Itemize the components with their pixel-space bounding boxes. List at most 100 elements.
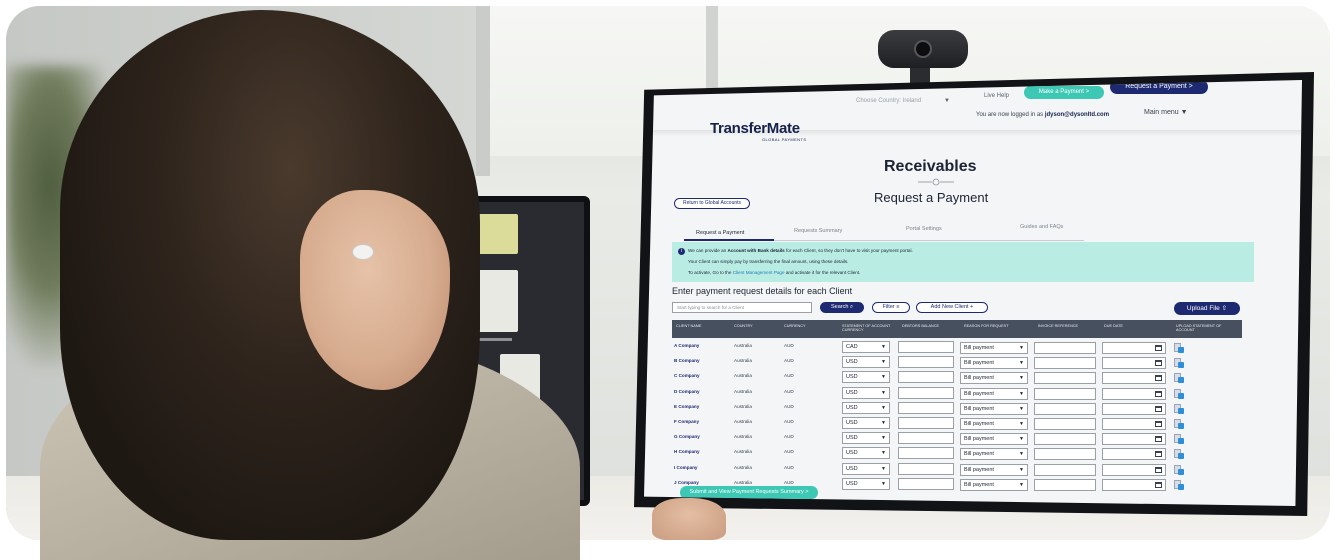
- statement-currency-select[interactable]: USD ▼: [842, 432, 890, 445]
- upload-statement-icon[interactable]: [1174, 479, 1184, 490]
- reason-select[interactable]: Bill payment ▼: [960, 357, 1028, 370]
- debtors-balance-input[interactable]: [898, 477, 954, 490]
- client-currency: AUD: [784, 464, 794, 470]
- upload-statement-icon[interactable]: [1174, 403, 1184, 414]
- statement-currency-select[interactable]: USD ▼: [842, 417, 890, 429]
- reason-select[interactable]: Bill payment ▼: [960, 463, 1028, 476]
- statement-currency-select[interactable]: USD ▼: [842, 477, 890, 490]
- debtors-balance-input[interactable]: [898, 417, 954, 429]
- statement-currency-select[interactable]: USD ▼: [842, 462, 890, 475]
- calendar-icon[interactable]: [1155, 345, 1162, 351]
- invoice-reference-input[interactable]: [1034, 433, 1096, 446]
- debtors-balance-input[interactable]: [898, 371, 954, 384]
- upload-statement-icon[interactable]: [1174, 464, 1184, 475]
- main-menu-button[interactable]: Main menu ▼: [1144, 109, 1188, 116]
- invoice-reference-input[interactable]: [1034, 418, 1096, 430]
- return-to-global-accounts-button[interactable]: Return to Global Accounts: [674, 198, 750, 209]
- country-select[interactable]: Choose Country: Ireland: [856, 98, 921, 104]
- statement-currency-select[interactable]: USD ▼: [842, 386, 890, 399]
- debtors-balance-input[interactable]: [898, 447, 954, 460]
- upload-statement-icon[interactable]: [1174, 373, 1184, 384]
- reason-select[interactable]: Bill payment ▼: [960, 342, 1028, 354]
- client-name[interactable]: I Company: [674, 465, 697, 470]
- due-date-input[interactable]: [1102, 357, 1166, 370]
- calendar-icon[interactable]: [1155, 481, 1162, 488]
- client-name[interactable]: B Company: [674, 358, 700, 363]
- due-date-input[interactable]: [1102, 342, 1166, 354]
- statement-currency-select[interactable]: USD ▼: [842, 401, 890, 414]
- live-help-link[interactable]: Live Help: [984, 93, 1009, 99]
- tab-request-a-payment[interactable]: Request a Payment: [696, 230, 744, 236]
- search-button[interactable]: Search ⌕: [820, 302, 864, 313]
- upload-statement-icon[interactable]: [1174, 388, 1184, 399]
- debtors-balance-input[interactable]: [898, 341, 954, 353]
- client-name[interactable]: J Company: [674, 480, 699, 485]
- reason-select[interactable]: Bill payment ▼: [960, 402, 1028, 415]
- upload-statement-icon[interactable]: [1174, 449, 1184, 460]
- calendar-icon[interactable]: [1155, 451, 1162, 458]
- statement-currency-select[interactable]: USD ▼: [842, 356, 890, 369]
- upload-statement-icon[interactable]: [1174, 434, 1184, 445]
- statement-currency-select[interactable]: CAD ▼: [842, 341, 890, 353]
- calendar-icon[interactable]: [1155, 436, 1162, 443]
- calendar-icon[interactable]: [1155, 421, 1162, 427]
- invoice-reference-input[interactable]: [1034, 357, 1096, 370]
- client-name[interactable]: H Company: [674, 449, 700, 454]
- add-new-client-button[interactable]: Add New Client +: [916, 302, 988, 313]
- invoice-reference-input[interactable]: [1034, 387, 1096, 400]
- make-payment-button[interactable]: Make a Payment >: [1024, 86, 1104, 99]
- invoice-reference-input[interactable]: [1034, 448, 1096, 461]
- debtors-balance-input[interactable]: [898, 401, 954, 414]
- client-name[interactable]: A Company: [674, 343, 699, 348]
- upload-statement-icon[interactable]: [1174, 419, 1184, 429]
- reason-select[interactable]: Bill payment ▼: [960, 418, 1028, 430]
- brand-logo[interactable]: TransferMate: [710, 120, 800, 137]
- invoice-reference-input[interactable]: [1034, 478, 1096, 491]
- due-date-input[interactable]: [1102, 463, 1166, 476]
- reason-value: Bill payment: [964, 481, 994, 488]
- due-date-input[interactable]: [1102, 387, 1166, 400]
- reason-select[interactable]: Bill payment ▼: [960, 387, 1028, 400]
- debtors-balance-input[interactable]: [898, 356, 954, 369]
- due-date-input[interactable]: [1102, 402, 1166, 415]
- calendar-icon[interactable]: [1155, 390, 1162, 397]
- filter-button[interactable]: Filter ≡: [872, 302, 910, 313]
- submit-requests-button[interactable]: Submit and View Payment Requests Summary…: [680, 486, 818, 499]
- client-name[interactable]: D Company: [674, 389, 700, 394]
- upload-statement-icon[interactable]: [1174, 358, 1184, 369]
- upload-file-button[interactable]: Upload File ⇧: [1174, 302, 1240, 315]
- statement-currency-select[interactable]: USD ▼: [842, 371, 890, 384]
- page-subtitle: Request a Payment: [874, 190, 989, 205]
- client-name[interactable]: C Company: [674, 373, 700, 378]
- due-date-input[interactable]: [1102, 448, 1166, 461]
- calendar-icon[interactable]: [1155, 360, 1162, 367]
- debtors-balance-input[interactable]: [898, 432, 954, 445]
- calendar-icon[interactable]: [1155, 375, 1162, 382]
- due-date-input[interactable]: [1102, 478, 1166, 491]
- client-name[interactable]: G Company: [674, 434, 700, 439]
- reason-select[interactable]: Bill payment ▼: [960, 478, 1028, 491]
- tab-guides-and-faqs[interactable]: Guides and FAQs: [1020, 224, 1063, 230]
- invoice-reference-input[interactable]: [1034, 372, 1096, 385]
- client-search-input[interactable]: Start typing to search for a Client: [672, 302, 812, 313]
- reason-select[interactable]: Bill payment ▼: [960, 433, 1028, 446]
- upload-statement-icon[interactable]: [1174, 343, 1184, 353]
- debtors-balance-input[interactable]: [898, 386, 954, 399]
- client-name[interactable]: F Company: [674, 419, 699, 424]
- due-date-input[interactable]: [1102, 418, 1166, 430]
- due-date-input[interactable]: [1102, 433, 1166, 446]
- reason-select[interactable]: Bill payment ▼: [960, 372, 1028, 385]
- debtors-balance-input[interactable]: [898, 462, 954, 475]
- due-date-input[interactable]: [1102, 372, 1166, 385]
- reason-select[interactable]: Bill payment ▼: [960, 448, 1028, 461]
- tab-requests-summary[interactable]: Requests Summary: [794, 228, 842, 234]
- calendar-icon[interactable]: [1155, 405, 1162, 412]
- statement-currency-select[interactable]: USD ▼: [842, 447, 890, 460]
- invoice-reference-input[interactable]: [1034, 463, 1096, 476]
- client-management-link[interactable]: Client Management Page: [733, 270, 785, 275]
- calendar-icon[interactable]: [1155, 466, 1162, 473]
- invoice-reference-input[interactable]: [1034, 402, 1096, 415]
- tab-portal-settings[interactable]: Portal Settings: [906, 226, 942, 232]
- invoice-reference-input[interactable]: [1034, 342, 1096, 354]
- client-name[interactable]: E Company: [674, 404, 699, 409]
